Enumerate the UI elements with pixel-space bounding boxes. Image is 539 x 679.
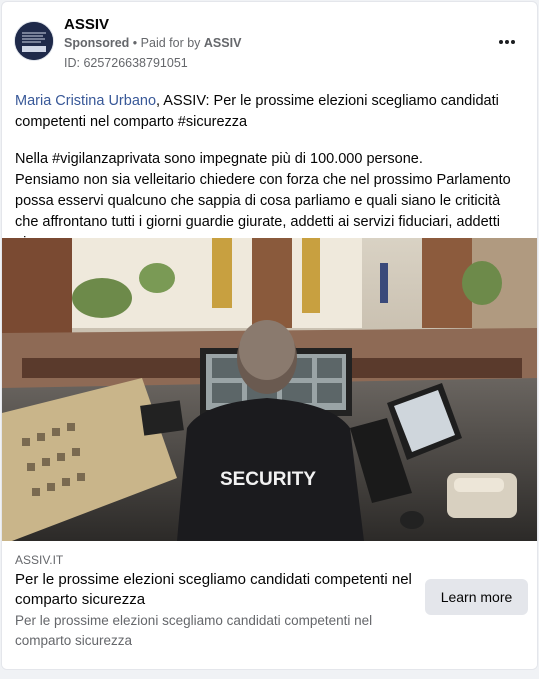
more-options-button[interactable]	[493, 30, 521, 54]
more-dot	[511, 40, 515, 44]
link-preview[interactable]: ASSIV.IT Per le prossime elezioni scegli…	[2, 541, 537, 669]
assiv-logo-icon	[15, 22, 53, 60]
post-header: ASSIV Sponsored • Paid for by ASSIV ID: …	[2, 2, 537, 82]
link-description: Per le prossime elezioni scegliamo candi…	[15, 613, 373, 648]
post-text: Maria Cristina Urbano, ASSIV: Per le pro…	[15, 91, 525, 254]
link-domain: ASSIV.IT	[15, 553, 64, 567]
link-title[interactable]: Per le prossime elezioni scegliamo candi…	[15, 570, 415, 610]
paid-for-by-name: ASSIV	[203, 36, 242, 50]
more-dot	[505, 40, 509, 44]
learn-more-button[interactable]: Learn more	[425, 579, 528, 615]
post-paragraph-2: Nella #vigilanzaprivata sono impegnate p…	[15, 151, 423, 167]
sponsored-label: Sponsored	[64, 36, 130, 50]
sponsored-line: Sponsored • Paid for by ASSIV	[64, 36, 241, 50]
separator-dot: •	[132, 36, 138, 50]
ad-id: ID: 625726638791051	[64, 56, 188, 70]
more-horizontal-icon	[499, 40, 503, 44]
ad-image[interactable]: SECURITY	[2, 238, 538, 541]
post-paragraph-1: Maria Cristina Urbano, ASSIV: Per le pro…	[15, 91, 525, 133]
page-avatar[interactable]	[14, 21, 54, 61]
page-name[interactable]: ASSIV	[64, 16, 109, 33]
mention-link[interactable]: Maria Cristina Urbano	[15, 93, 156, 109]
ad-card: ASSIV Sponsored • Paid for by ASSIV ID: …	[1, 1, 538, 670]
shirt-security-text: SECURITY	[220, 469, 316, 490]
paid-for-prefix: Paid for by	[140, 36, 201, 50]
